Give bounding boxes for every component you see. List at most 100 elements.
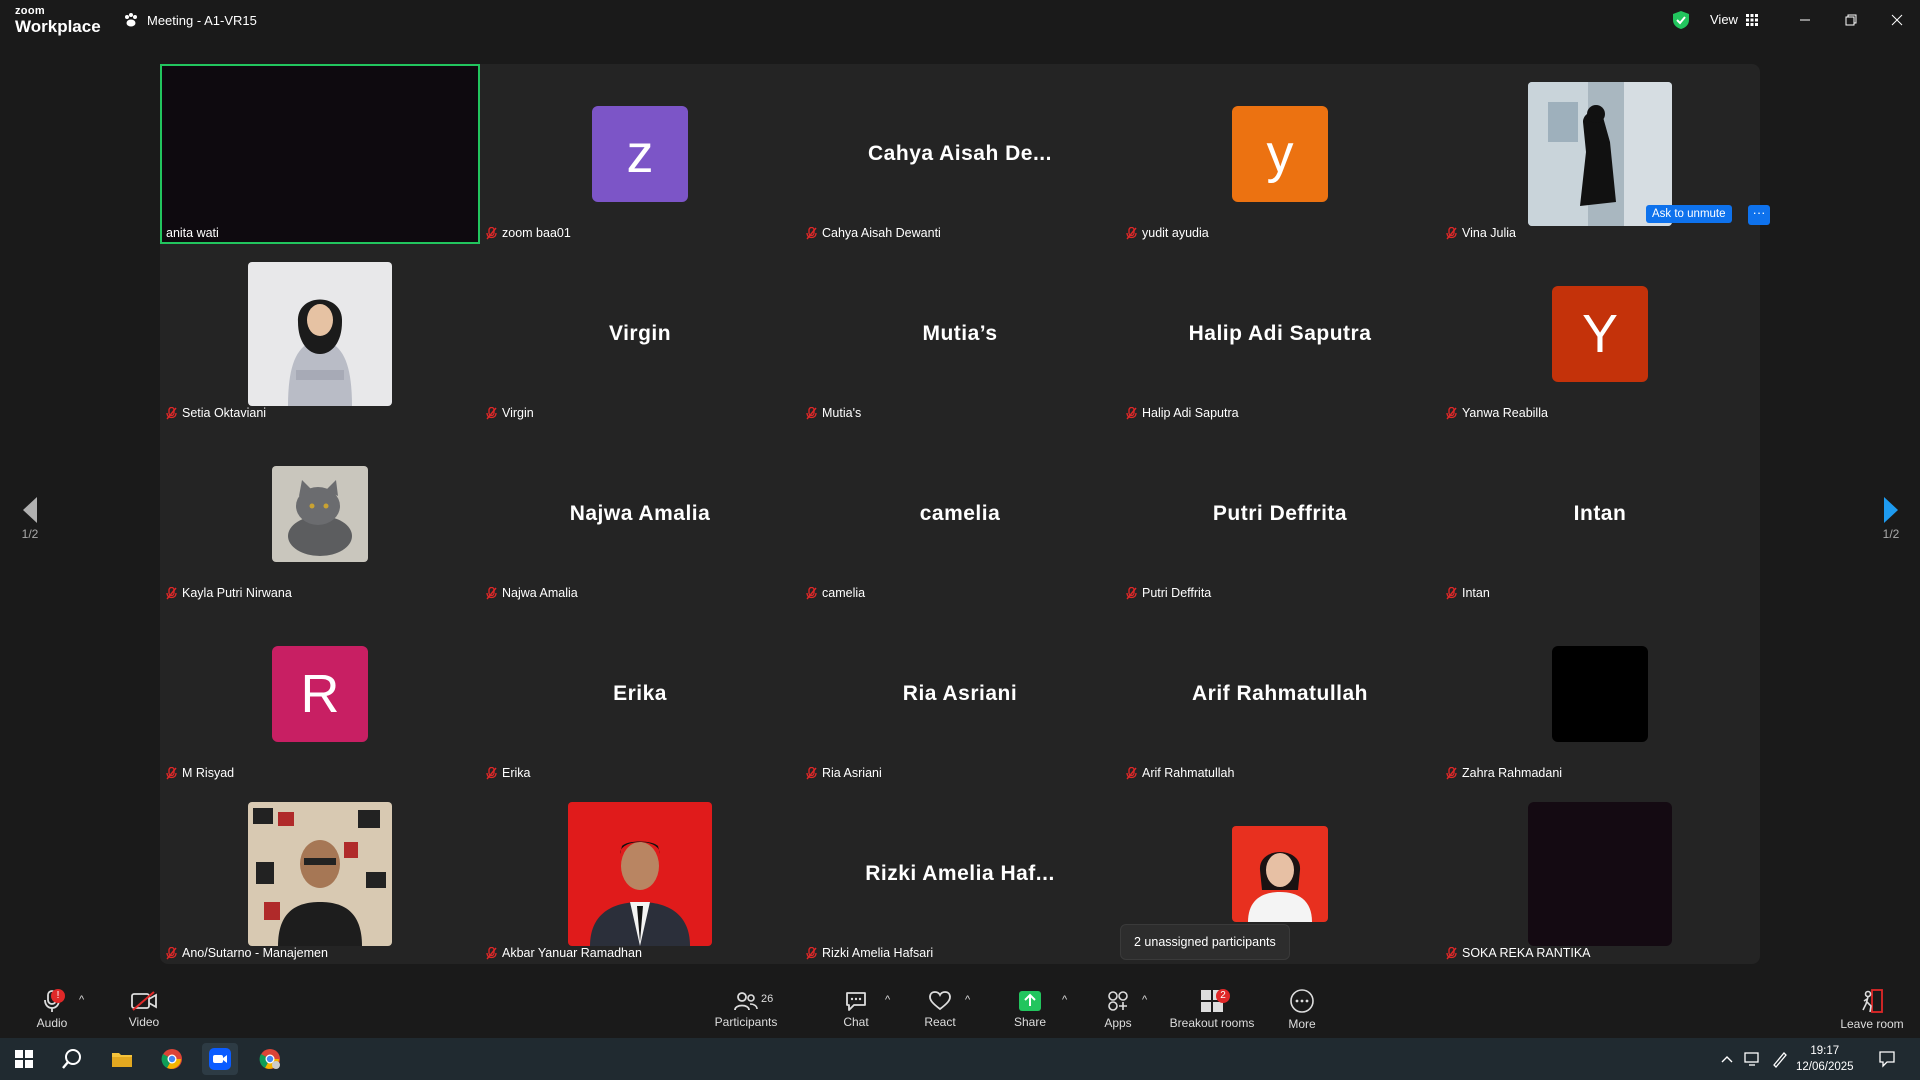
participant-tile[interactable]: anita wati bbox=[160, 64, 480, 244]
zoom-workplace-logo: zoom Workplace bbox=[15, 5, 101, 36]
participants-icon bbox=[734, 991, 758, 1010]
participant-name-label: M Risyad bbox=[166, 766, 234, 780]
participant-name: zoom baa01 bbox=[502, 226, 571, 240]
meeting-paw-icon bbox=[125, 13, 137, 27]
participant-tile[interactable]: Halip Adi Saputra Halip Adi Saputra bbox=[1120, 244, 1440, 424]
pen-button[interactable] bbox=[1766, 1043, 1794, 1075]
ask-to-unmute-button[interactable]: Ask to unmute bbox=[1646, 205, 1732, 223]
participant-tile[interactable]: Mutia’s Mutia's bbox=[800, 244, 1120, 424]
participant-name: Cahya Aisah Dewanti bbox=[822, 226, 941, 240]
participants-button[interactable]: Participants bbox=[712, 980, 780, 1038]
participant-tile[interactable]: R M Risyad bbox=[160, 604, 480, 784]
audio-options-caret[interactable]: ^ bbox=[79, 994, 84, 1006]
restore-button[interactable] bbox=[1836, 8, 1866, 32]
participant-tile[interactable]: Zahra Rahmadani bbox=[1440, 604, 1760, 784]
notifications-button[interactable] bbox=[1870, 1043, 1904, 1075]
participant-name: Kayla Putri Nirwana bbox=[182, 586, 292, 600]
participant-display-name: Virgin bbox=[608, 322, 672, 345]
participant-tile[interactable]: Putri Deffrita Putri Deffrita bbox=[1120, 424, 1440, 604]
video-button[interactable]: Video bbox=[124, 980, 164, 1038]
participant-name: Halip Adi Saputra bbox=[1142, 406, 1239, 420]
chrome-profile-button[interactable] bbox=[252, 1043, 288, 1075]
participant-tile[interactable]: Erika Erika bbox=[480, 604, 800, 784]
participant-tile[interactable]: Arif Rahmatullah Arif Rahmatullah bbox=[1120, 604, 1440, 784]
share-options-caret[interactable]: ^ bbox=[1062, 994, 1067, 1006]
participant-name-label: Najwa Amalia bbox=[486, 586, 578, 600]
mic-muted-icon bbox=[486, 946, 497, 959]
participant-name: Rizki Amelia Hafsari bbox=[822, 946, 934, 960]
chat-options-caret[interactable]: ^ bbox=[885, 994, 890, 1006]
brand-top: zoom bbox=[15, 5, 45, 17]
participant-tile[interactable]: Intan Intan bbox=[1440, 424, 1760, 604]
start-button[interactable] bbox=[6, 1043, 42, 1075]
participant-tile[interactable]: Virgin Virgin bbox=[480, 244, 800, 424]
participant-tile[interactable]: Najwa Amalia Najwa Amalia bbox=[480, 424, 800, 604]
apps-options-caret[interactable]: ^ bbox=[1142, 994, 1147, 1006]
participant-tile[interactable]: Ano/Sutarno - Manajemen bbox=[160, 784, 480, 964]
participant-photo bbox=[248, 262, 392, 406]
audio-button[interactable]: Audio bbox=[34, 980, 70, 1038]
chat-button[interactable]: Chat bbox=[836, 980, 876, 1038]
participant-tile[interactable]: Ria Asriani Ria Asriani bbox=[800, 604, 1120, 784]
chrome-button[interactable] bbox=[154, 1043, 190, 1075]
zoom-app-icon bbox=[209, 1048, 231, 1070]
share-button[interactable]: Share bbox=[1010, 980, 1050, 1038]
participant-tile[interactable]: y yudit ayudia bbox=[1120, 64, 1440, 244]
more-button[interactable]: More bbox=[1284, 980, 1320, 1038]
next-page-button[interactable]: 1/2 bbox=[1876, 496, 1906, 541]
close-button[interactable] bbox=[1882, 8, 1912, 32]
tray-expand-button[interactable] bbox=[1716, 1043, 1738, 1075]
participant-name-label: Ria Asriani bbox=[806, 766, 882, 780]
mic-muted-icon bbox=[1126, 226, 1137, 239]
video-off-icon bbox=[131, 990, 157, 1011]
participant-tile[interactable]: SOKA REKA RANTIKA bbox=[1440, 784, 1760, 964]
mic-muted-icon bbox=[1126, 406, 1137, 419]
participant-tile[interactable]: Setia Oktaviani bbox=[160, 244, 480, 424]
mic-muted-icon bbox=[166, 766, 177, 779]
minimize-icon bbox=[1800, 19, 1810, 21]
participant-name: camelia bbox=[822, 586, 866, 600]
clock-time: 19:17 bbox=[1810, 1045, 1840, 1057]
taskbar-clock[interactable]: 19:17 12/06/2025 bbox=[1796, 1043, 1854, 1075]
view-label: View bbox=[1710, 12, 1738, 27]
participant-name: Intan bbox=[1462, 586, 1490, 600]
view-button[interactable]: View bbox=[1710, 12, 1758, 27]
breakout-tooltip: 2 unassigned participants bbox=[1120, 924, 1290, 960]
notification-icon bbox=[1879, 1051, 1895, 1068]
meeting-title[interactable]: Meeting - A1-VR15 bbox=[123, 12, 257, 28]
participant-tile[interactable]: Rizki Amelia Haf... Rizki Amelia Hafsari bbox=[800, 784, 1120, 964]
react-options-caret[interactable]: ^ bbox=[965, 994, 970, 1006]
minimize-button[interactable] bbox=[1790, 8, 1820, 32]
mic-muted-icon bbox=[806, 406, 817, 419]
mic-muted-icon bbox=[166, 586, 177, 599]
participant-avatar: Y bbox=[1552, 286, 1648, 382]
file-explorer-button[interactable] bbox=[104, 1043, 140, 1075]
page-indicator-right: 1/2 bbox=[1882, 527, 1900, 541]
participant-photo bbox=[568, 802, 712, 946]
zoom-taskbar-button[interactable] bbox=[202, 1043, 238, 1075]
participant-tile[interactable]: Akbar Yanuar Ramadhan bbox=[480, 784, 800, 964]
mic-muted-icon bbox=[486, 586, 497, 599]
participant-tile[interactable]: camelia camelia bbox=[800, 424, 1120, 604]
apps-button[interactable]: Apps bbox=[1098, 980, 1138, 1038]
video-label: Video bbox=[128, 1014, 160, 1029]
breakout-rooms-button[interactable]: Breakout rooms bbox=[1166, 980, 1258, 1038]
participant-tile[interactable]: Y Yanwa Reabilla bbox=[1440, 244, 1760, 424]
leave-room-button[interactable]: Leave room bbox=[1836, 980, 1908, 1038]
participant-name-label: Yanwa Reabilla bbox=[1446, 406, 1548, 420]
mic-muted-icon bbox=[486, 226, 497, 239]
participant-name: Mutia's bbox=[822, 406, 862, 420]
tile-more-button[interactable]: ··· bbox=[1748, 205, 1770, 225]
mic-muted-icon bbox=[486, 766, 497, 779]
shield-check-icon[interactable] bbox=[1672, 10, 1690, 30]
participant-tile[interactable]: Cahya Aisah De... Cahya Aisah Dewanti bbox=[800, 64, 1120, 244]
prev-page-button[interactable]: 1/2 bbox=[15, 496, 45, 541]
participant-tile[interactable]: z zoom baa01 bbox=[480, 64, 800, 244]
participant-name-label: Cahya Aisah Dewanti bbox=[806, 226, 941, 240]
react-button[interactable]: React bbox=[920, 980, 960, 1038]
participant-tile[interactable]: Kayla Putri Nirwana bbox=[160, 424, 480, 604]
search-button[interactable] bbox=[54, 1043, 90, 1075]
participant-display-name: Cahya Aisah De... bbox=[868, 142, 1052, 165]
network-button[interactable] bbox=[1738, 1043, 1766, 1075]
participant-display-name: Arif Rahmatullah bbox=[1191, 682, 1369, 705]
